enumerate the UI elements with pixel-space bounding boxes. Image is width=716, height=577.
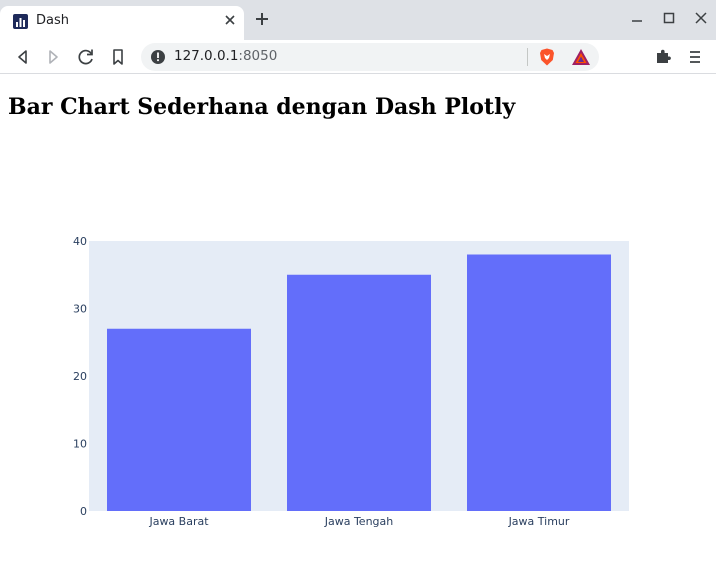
x-tick-label: Jawa Timur (508, 515, 570, 528)
y-tick-label: 20 (73, 370, 87, 383)
url-text[interactable]: 127.0.0.1:8050 (174, 48, 277, 64)
address-bar[interactable]: 127.0.0.1:8050 (141, 43, 599, 71)
brave-shields-icon[interactable] (537, 47, 557, 67)
tab-title: Dash (36, 13, 69, 28)
forward-icon[interactable] (42, 45, 66, 69)
tab-strip: Dash (0, 0, 716, 40)
y-tick-label: 30 (73, 303, 87, 316)
x-tick-label: Jawa Barat (148, 515, 209, 528)
close-window-icon[interactable] (690, 8, 712, 30)
x-tick-label: Jawa Tengah (324, 515, 394, 528)
bookmark-icon[interactable] (106, 45, 130, 69)
bar-jawa-barat[interactable] (107, 328, 251, 511)
brave-rewards-icon[interactable] (571, 48, 591, 66)
page-content: Bar Chart Sederhana dengan Dash Plotly 0… (0, 74, 716, 577)
y-tick-label: 10 (73, 438, 87, 451)
y-tick-label: 40 (73, 235, 87, 248)
address-divider (527, 48, 528, 66)
menu-icon[interactable] (683, 45, 707, 69)
dash-favicon-icon (13, 14, 28, 29)
minimize-icon[interactable] (626, 8, 648, 30)
browser-toolbar: 127.0.0.1:8050 (0, 40, 716, 74)
maximize-icon[interactable] (658, 8, 680, 30)
back-icon[interactable] (10, 45, 34, 69)
new-tab-plus-icon[interactable] (252, 9, 272, 29)
bar-jawa-timur[interactable] (467, 254, 611, 512)
url-port: :8050 (238, 48, 278, 64)
bar-jawa-tengah[interactable] (287, 274, 431, 511)
close-tab-icon[interactable] (222, 12, 238, 28)
y-tick-label: 0 (80, 505, 87, 518)
tab-dash[interactable]: Dash (0, 6, 244, 40)
extensions-puzzle-icon[interactable] (651, 45, 675, 69)
site-info-icon[interactable] (150, 49, 166, 65)
url-host: 127.0.0.1 (174, 48, 239, 64)
bar-chart: 0 10 20 30 40 Jawa Barat Jawa Tengah Jawa Timur (73, 235, 629, 528)
reload-icon[interactable] (74, 45, 98, 69)
